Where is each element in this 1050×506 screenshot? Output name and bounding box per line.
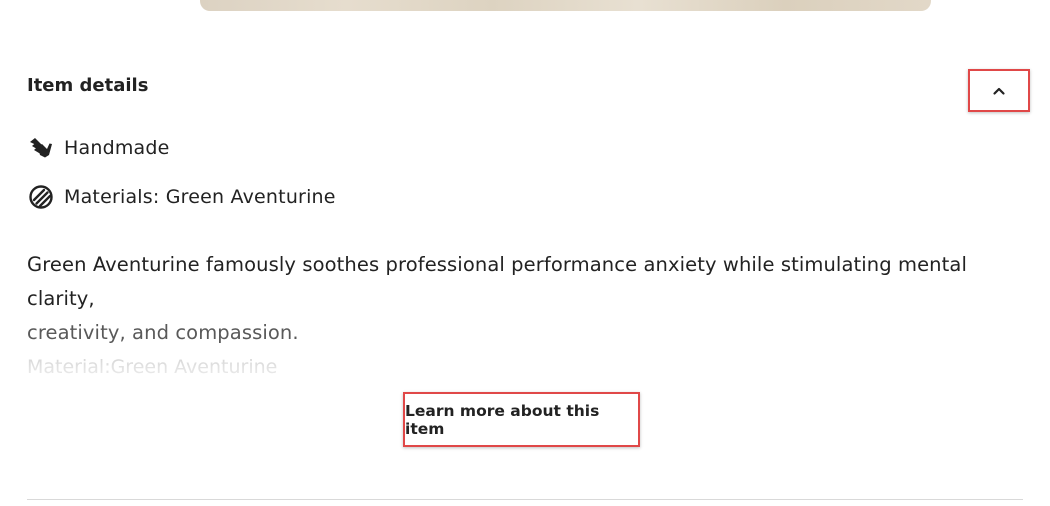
section-divider xyxy=(27,499,1023,500)
truncated-description: Material:Green Aventurine xyxy=(27,350,1027,398)
hand-icon xyxy=(30,138,52,158)
detail-handmade: Handmade xyxy=(28,135,170,161)
detail-materials: Materials: Green Aventurine xyxy=(28,184,336,210)
truncated-description-line: Material:Green Aventurine xyxy=(27,356,278,378)
item-description-line-1: Green Aventurine famously soothes profes… xyxy=(27,253,967,310)
item-description: Green Aventurine famously soothes profes… xyxy=(27,248,1027,350)
collapse-item-details-button[interactable] xyxy=(968,69,1030,112)
detail-materials-label: Materials: Green Aventurine xyxy=(64,186,336,208)
item-description-line-2: creativity, and compassion. xyxy=(27,321,299,344)
learn-more-button[interactable]: Learn more about this item xyxy=(403,392,640,447)
item-details-title: Item details xyxy=(27,75,149,96)
chevron-up-icon xyxy=(993,87,1005,95)
detail-handmade-label: Handmade xyxy=(64,137,170,159)
item-details-panel: Item details Handmade Materials: Green A… xyxy=(0,0,1050,506)
listing-image xyxy=(200,0,931,11)
materials-icon xyxy=(29,185,53,209)
